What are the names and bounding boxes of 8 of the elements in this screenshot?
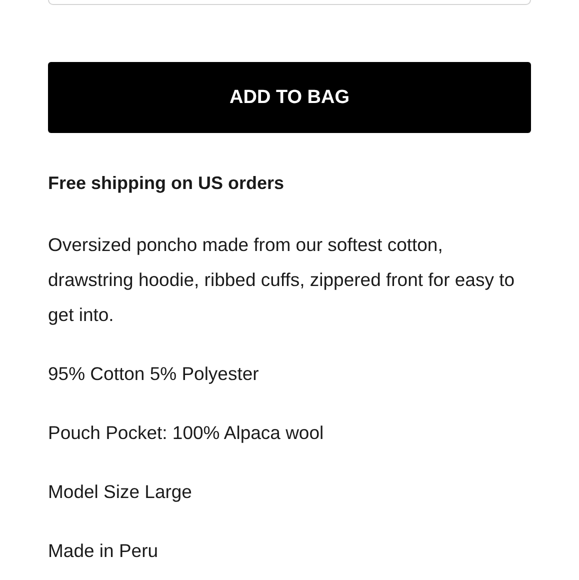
shipping-note: Free shipping on US orders [48,172,286,195]
add-to-bag-button[interactable]: ADD TO BAG [48,62,531,133]
description-text: Pouch Pocket: 100% Alpaca wool [48,421,325,445]
description-text: Oversized poncho made from our softest cotton, drawstring hoodie, ribbed cuffs, zippered front for easy to get into. [48,233,516,327]
description-text: 95% Cotton 5% Polyester [48,362,260,386]
description-text: Model Size Large [48,480,193,504]
description-text: Made in Peru [48,539,160,563]
input-field[interactable] [48,0,531,5]
